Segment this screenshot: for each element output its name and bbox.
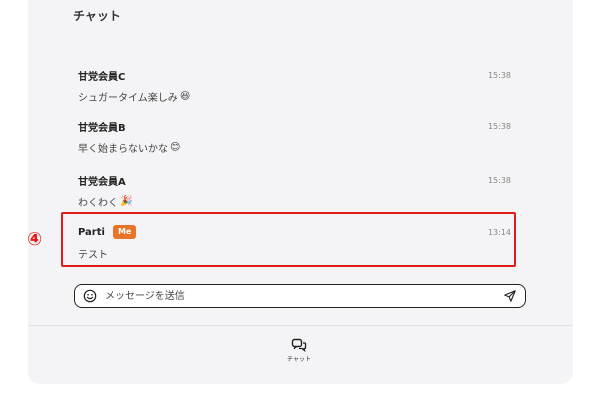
message-text: 早く始まらないかな (78, 144, 168, 155)
message-item: 甘党会員B 15:38 早く始まらないかな 😊 (78, 118, 511, 156)
message-time: 15:38 (487, 175, 511, 185)
sender-name: 甘党会員A (78, 176, 126, 188)
party-popper-icon: 🎉 (120, 195, 133, 207)
divider (28, 325, 573, 326)
message-time: 15:38 (487, 70, 511, 80)
message-input[interactable] (103, 289, 503, 303)
message-text: シュガータイム楽しみ (78, 93, 178, 104)
sender-name: 甘党会員C (78, 71, 126, 83)
grinning-face-icon: 😆 (179, 90, 191, 102)
chat-bubbles-icon (291, 338, 307, 352)
message-time: 15:38 (487, 121, 511, 131)
nav-item-label: チャット (287, 356, 311, 363)
message-composer (74, 284, 526, 308)
page-title: チャット (73, 9, 121, 23)
message-item: 甘党会員C 15:38 シュガータイム楽しみ 😆 (78, 67, 511, 105)
smiling-face-icon: 😊 (170, 141, 181, 153)
smile-icon[interactable] (83, 289, 97, 303)
message-text: わくわく (78, 198, 118, 209)
message-item: 甘党会員A 15:38 わくわく 🎉 (78, 172, 511, 210)
annotation-highlight-box (61, 212, 516, 267)
sender-name: 甘党会員B (78, 122, 126, 134)
send-icon[interactable] (503, 289, 517, 303)
step-marker: ④ (27, 229, 43, 250)
nav-item-chat[interactable]: チャット (282, 338, 316, 372)
